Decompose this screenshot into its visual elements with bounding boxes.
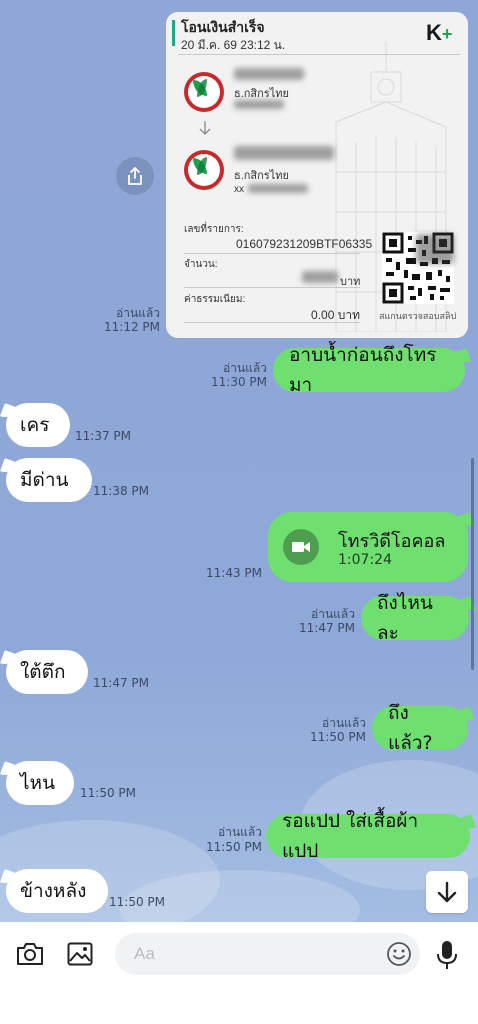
chat-area[interactable]: โอนเงินสำเร็จ 20 มี.ค. 69 23:12 น. K+ ธ.… xyxy=(0,0,478,922)
outgoing-message[interactable]: ถึงแล้ว? xyxy=(372,702,468,754)
fee-label: ค่าธรรมเนียม: xyxy=(184,294,246,305)
timestamp: 11:30 PM xyxy=(211,375,267,389)
amount-label: จำนวน: xyxy=(184,259,218,270)
timestamp: 11:12 PM xyxy=(104,320,160,334)
transfer-slip-image[interactable]: โอนเงินสำเร็จ 20 มี.ค. 69 23:12 น. K+ ธ.… xyxy=(166,12,468,338)
redacted-sender-account xyxy=(234,100,284,109)
outgoing-message[interactable]: ถึงไหนละ xyxy=(361,592,469,644)
recipient-account-prefix: xx xyxy=(234,184,244,195)
incoming-message[interactable]: ไหน xyxy=(6,761,74,805)
incoming-message[interactable]: ใต้ตึก xyxy=(6,650,88,694)
timestamp: 11:50 PM xyxy=(310,730,366,744)
recipient-bank: ธ.กสิกรไทย xyxy=(234,170,289,182)
divider xyxy=(178,54,460,55)
timestamp: 11:37 PM xyxy=(75,429,131,443)
emoji-icon[interactable] xyxy=(386,941,412,967)
outgoing-message[interactable]: อาบน้ำก่อนถึงโทรมา xyxy=(273,344,465,396)
kbank-logo-icon xyxy=(184,150,224,190)
read-receipt: อ่านแล้ว xyxy=(322,716,366,730)
read-receipt: อ่านแล้ว xyxy=(223,361,267,375)
timestamp: 11:47 PM xyxy=(93,676,149,690)
timestamp: 11:50 PM xyxy=(206,840,262,854)
redacted-recipient-name xyxy=(234,146,334,160)
message-input-placeholder: Aa xyxy=(134,944,155,963)
video-call-message[interactable]: โทรวิดีโอคอล 1:07:24 xyxy=(268,512,468,582)
call-duration: 1:07:24 xyxy=(338,552,392,568)
camera-icon[interactable] xyxy=(16,941,44,967)
outgoing-message[interactable]: รอแปป ใส่เสื้อผ้าแปป xyxy=(266,810,470,862)
read-receipt: อ่านแล้ว xyxy=(218,825,262,839)
incoming-message[interactable]: ข้างหลัง xyxy=(6,869,108,913)
timestamp: 11:50 PM xyxy=(80,786,136,800)
redacted-recipient-account xyxy=(248,184,308,193)
timestamp: 11:38 PM xyxy=(93,484,149,498)
read-receipt: อ่านแล้ว xyxy=(116,306,160,320)
video-camera-icon xyxy=(283,529,319,565)
incoming-message[interactable]: มีด่าน xyxy=(6,458,92,502)
qr-caption: สแกนตรวจสอบสลิป xyxy=(379,311,457,321)
divider xyxy=(184,322,360,323)
timestamp: 11:47 PM xyxy=(299,621,355,635)
ref-value: 016079231209BTF06335 xyxy=(236,237,373,251)
redacted-sender-name xyxy=(234,68,304,80)
read-receipt: อ่านแล้ว xyxy=(311,607,355,621)
microphone-icon[interactable] xyxy=(436,940,458,970)
qr-scribble xyxy=(416,234,454,264)
call-title: โทรวิดีโอคอล xyxy=(338,531,446,552)
message-input[interactable]: Aa xyxy=(115,933,420,975)
image-icon[interactable] xyxy=(67,942,93,966)
kbank-logo-icon xyxy=(184,72,224,112)
scroll-to-bottom-button[interactable] xyxy=(426,871,468,913)
timestamp: 11:43 PM xyxy=(206,566,262,580)
arrow-down-icon xyxy=(199,121,211,135)
redacted-amount xyxy=(302,271,338,283)
title-accent xyxy=(172,20,175,46)
share-button[interactable] xyxy=(116,157,154,195)
divider xyxy=(184,253,360,254)
kplus-logo: K+ xyxy=(426,20,453,45)
ref-label: เลขที่รายการ: xyxy=(184,224,244,235)
incoming-message[interactable]: เคร xyxy=(6,403,70,447)
divider xyxy=(184,287,360,288)
timestamp: 11:50 PM xyxy=(109,895,165,909)
scrollbar[interactable] xyxy=(471,458,474,670)
arrow-down-icon xyxy=(437,881,457,903)
share-icon xyxy=(128,167,142,185)
slip-datetime: 20 มี.ค. 69 23:12 น. xyxy=(181,38,286,52)
